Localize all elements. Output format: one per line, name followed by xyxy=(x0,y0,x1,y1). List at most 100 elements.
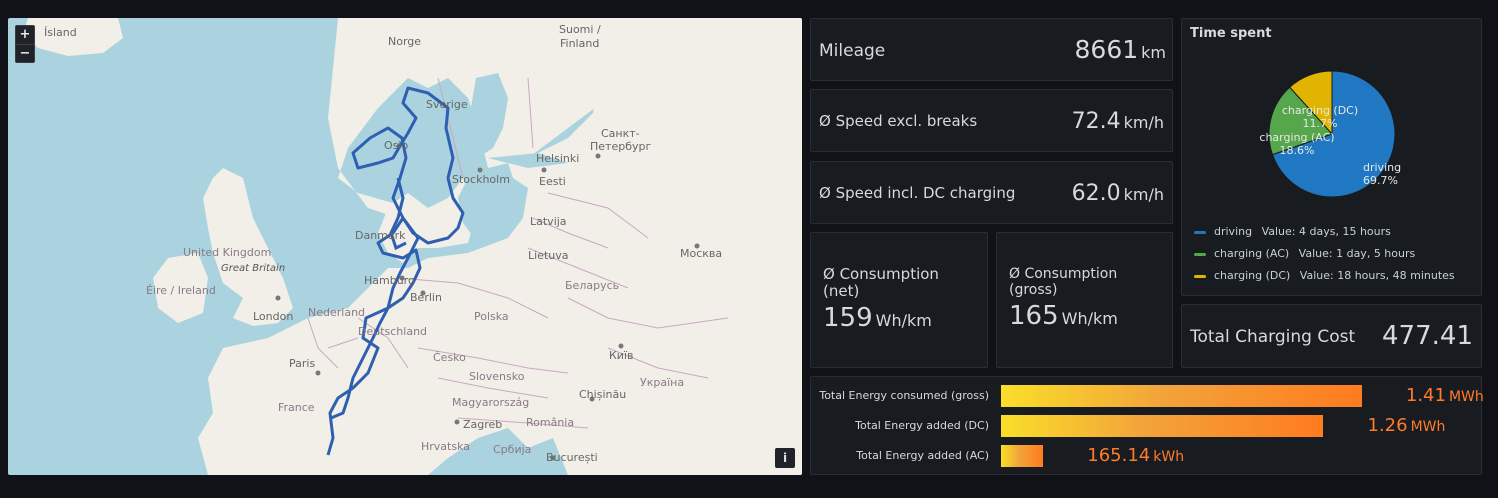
speed-incl-panel: Ø Speed incl. DC charging 62.0 km/h xyxy=(810,161,1173,224)
pie-label-name: driving xyxy=(1363,161,1401,174)
consumption-net-panel: Ø Consumption (net) 159 Wh/km xyxy=(810,232,988,368)
map-label-paris: Paris xyxy=(289,357,316,370)
consumption-net-value: 159 Wh/km xyxy=(823,303,932,333)
consumption-gross-number: 165 xyxy=(1009,301,1059,331)
energy-number: 1.41 xyxy=(1405,385,1446,406)
energy-bar-gauge-panel: Total Energy consumed (gross) 1.41 MWh Tota… xyxy=(810,376,1484,475)
map-label-cesko: Česko xyxy=(433,351,466,364)
energy-bar xyxy=(1001,385,1362,407)
consumption-gross-panel: Ø Consumption (gross) 165 Wh/km xyxy=(996,232,1173,368)
energy-unit: MWh xyxy=(1448,389,1484,405)
consumption-gross-label-line2: (gross) xyxy=(1009,282,1058,298)
pie-label-percent: 18.6% xyxy=(1280,144,1315,157)
charging-cost-panel: Total Charging Cost 477.41 xyxy=(1181,304,1482,368)
legend-value: Value: 4 days, 15 hours xyxy=(1258,225,1391,238)
consumption-gross-label: Ø Consumption (gross) xyxy=(1009,266,1117,298)
map-zoom-control: + − xyxy=(15,25,35,63)
consumption-net-unit: Wh/km xyxy=(875,311,932,330)
legend-name: charging (DC) xyxy=(1214,269,1291,282)
time-spent-pie-chart: driving69.7% charging (AC)18.6% charging (… xyxy=(1259,70,1401,198)
energy-unit: MWh xyxy=(1410,419,1446,435)
speed-excl-label: Ø Speed excl. breaks xyxy=(819,112,978,130)
map-label-chisinau: Chișinău xyxy=(579,388,627,401)
mileage-unit: km xyxy=(1141,43,1166,62)
map-label-zagreb: Zagreb xyxy=(463,418,503,431)
mileage-number: 8661 xyxy=(1074,35,1139,64)
map-label-ukraina: Україна xyxy=(640,376,685,389)
map-label-berlin: Berlin xyxy=(410,291,442,304)
map-label-france: France xyxy=(278,401,315,414)
consumption-net-label: Ø Consumption (net) xyxy=(823,266,939,300)
map-label-st-petersburg-1: Санкт- xyxy=(601,127,640,140)
legend-name: charging (AC) xyxy=(1214,247,1290,260)
consumption-net-label-line1: Ø Consumption xyxy=(823,265,939,283)
map-label-magyarorszag: Magyarország xyxy=(452,396,530,409)
charging-cost-label: Total Charging Cost xyxy=(1190,327,1356,347)
map-label-helsinki: Helsinki xyxy=(536,152,580,165)
legend-swatch xyxy=(1194,252,1206,256)
mileage-value: 8661 km xyxy=(1075,35,1166,64)
legend-name: driving xyxy=(1214,225,1253,238)
map-label-norge: Norge xyxy=(388,35,422,48)
map-label-eire: Éire / Ireland xyxy=(146,284,216,297)
map-label-slovensko: Slovensko xyxy=(469,370,525,383)
speed-incl-value: 62.0 km/h xyxy=(1072,181,1164,206)
energy-row-label: Total Energy added (AC) xyxy=(856,449,989,462)
energy-value: 165.14 kWh xyxy=(1087,445,1184,466)
energy-number: 165.14 xyxy=(1087,445,1151,466)
legend-item[interactable]: charging (DC) Value: 18 hours, 48 minute… xyxy=(1194,269,1455,282)
map-label-hrvatska: Hrvatska xyxy=(421,440,471,453)
energy-unit: kWh xyxy=(1153,449,1185,465)
energy-value: 1.26 MWh xyxy=(1367,415,1445,436)
consumption-gross-value: 165 Wh/km xyxy=(1009,301,1118,331)
energy-bar xyxy=(1001,445,1044,467)
mileage-panel: Mileage 8661 km xyxy=(810,18,1173,81)
mileage-label: Mileage xyxy=(819,41,886,61)
map-label-deutschland: Deutschland xyxy=(358,325,428,338)
zoom-out-button[interactable]: − xyxy=(16,44,34,62)
legend-swatch xyxy=(1194,230,1206,234)
energy-bar xyxy=(1001,415,1324,437)
energy-row-label: Total Energy consumed (gross) xyxy=(819,389,989,402)
map-label-polska: Polska xyxy=(474,310,509,323)
consumption-net-number: 159 xyxy=(823,303,873,333)
map-label-belarus: Беларусь xyxy=(565,279,620,292)
charging-cost-value: 477.41 xyxy=(1382,321,1473,351)
speed-incl-number: 62.0 xyxy=(1071,181,1121,206)
map-panel[interactable]: + − Ísland Norge Suomi / Finland Sverige… xyxy=(8,18,802,475)
map-label-srbija: Србија xyxy=(493,443,532,456)
energy-number: 1.26 xyxy=(1367,415,1408,436)
speed-excl-unit: km/h xyxy=(1123,113,1164,132)
map-label-oslo: Oslo xyxy=(384,139,409,152)
speed-excl-number: 72.4 xyxy=(1071,109,1121,134)
legend-swatch xyxy=(1194,274,1206,278)
map-label-united-kingdom: United Kingdom xyxy=(183,246,272,259)
map-label-hamburg: Hamburg xyxy=(364,274,415,287)
map-label-sverige: Sverige xyxy=(426,98,468,111)
energy-row-label: Total Energy added (DC) xyxy=(855,419,989,432)
map-label-finland: Finland xyxy=(560,37,600,50)
speed-incl-label: Ø Speed incl. DC charging xyxy=(819,184,1016,202)
zoom-in-button[interactable]: + xyxy=(16,26,34,44)
legend-item[interactable]: driving Value: 4 days, 15 hours xyxy=(1194,225,1391,238)
map-label-latvija: Latvija xyxy=(530,215,567,228)
map-label-great-britain: Great Britain xyxy=(221,263,286,274)
map-info-button[interactable]: i xyxy=(775,448,795,468)
consumption-gross-unit: Wh/km xyxy=(1061,309,1118,328)
map-label-romania: România xyxy=(526,416,575,429)
legend-item[interactable]: charging (AC) Value: 1 day, 5 hours xyxy=(1194,247,1415,260)
map-label-suomi: Suomi / xyxy=(559,23,601,36)
pie-label-percent: 69.7% xyxy=(1363,174,1398,187)
legend-value: Value: 1 day, 5 hours xyxy=(1295,247,1416,260)
map-label-london: London xyxy=(253,310,294,323)
map-label-moskva: Москва xyxy=(680,247,723,260)
speed-excl-panel: Ø Speed excl. breaks 72.4 km/h xyxy=(810,89,1173,152)
map-label-eesti: Eesti xyxy=(539,175,566,188)
map-label-nederland: Nederland xyxy=(308,306,366,319)
speed-incl-unit: km/h xyxy=(1123,185,1164,204)
map-label-bucuresti: București xyxy=(546,451,598,464)
pie-label-percent: 11.7% xyxy=(1303,117,1338,130)
speed-excl-value: 72.4 km/h xyxy=(1072,109,1164,134)
map-label-lietuva: Lietuva xyxy=(528,249,569,262)
map-label-island: Ísland xyxy=(44,26,77,39)
